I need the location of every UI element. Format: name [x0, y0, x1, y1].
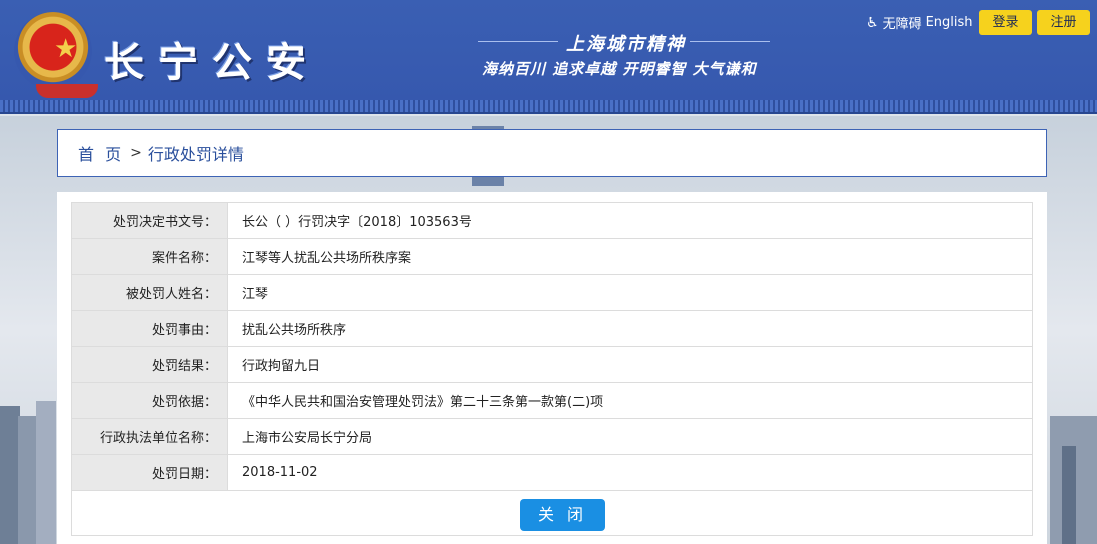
- table-row: 处罚决定书文号： 长公（ ）行罚决字〔2018〕103563号: [71, 202, 1033, 239]
- row-label: 处罚日期：: [71, 454, 228, 491]
- breadcrumb-current: 行政处罚详情: [147, 145, 244, 164]
- table-row: 被处罚人姓名： 江琴: [71, 274, 1033, 311]
- table-row: 行政执法单位名称： 上海市公安局长宁分局: [71, 418, 1033, 455]
- breadcrumb: 首 页 > 行政处罚详情: [57, 129, 1047, 177]
- row-value: 《中华人民共和国治安管理处罚法》第二十三条第一款第(二)项: [227, 382, 1033, 419]
- header-stripe: [0, 100, 1097, 114]
- breadcrumb-home-link[interactable]: 首 页: [78, 141, 124, 165]
- site-title: 长宁公安: [104, 39, 320, 86]
- accessibility-label: 无障碍: [882, 17, 922, 32]
- ribbon-decoration: [36, 84, 98, 98]
- table-row: 处罚依据： 《中华人民共和国治安管理处罚法》第二十三条第一款第(二)项: [71, 382, 1033, 419]
- login-button[interactable]: 登录: [979, 10, 1032, 35]
- register-button[interactable]: 注册: [1037, 10, 1090, 35]
- row-value: 扰乱公共场所秩序: [227, 310, 1033, 347]
- building-shape: [1062, 446, 1076, 544]
- breadcrumb-separator: >: [130, 145, 142, 161]
- action-row: 关 闭: [71, 490, 1033, 536]
- table-row: 案件名称： 江琴等人扰乱公共场所秩序案: [71, 238, 1033, 275]
- city-spirit-title: 上海城市精神: [566, 34, 686, 55]
- row-value: 上海市公安局长宁分局: [227, 418, 1033, 455]
- row-value: 江琴: [227, 274, 1033, 311]
- language-link[interactable]: English: [926, 15, 973, 30]
- row-value: 江琴等人扰乱公共场所秩序案: [227, 238, 1033, 275]
- building-shape: [18, 416, 36, 544]
- row-label: 处罚决定书文号：: [71, 202, 228, 239]
- table-row: 处罚结果： 行政拘留九日: [71, 346, 1033, 383]
- detail-panel: 处罚决定书文号： 长公（ ）行罚决字〔2018〕103563号 案件名称： 江琴…: [57, 192, 1047, 544]
- city-spirit-motto: 海纳百川 追求卓越 开明睿智 大气谦和: [482, 60, 757, 78]
- police-emblem-icon: ★: [14, 12, 98, 98]
- table-row: 处罚日期： 2018-11-02: [71, 454, 1033, 491]
- site-header: ★ 长宁公安 上海城市精神 海纳百川 追求卓越 开明睿智 大气谦和 ♿ 无障碍 …: [0, 0, 1097, 104]
- row-label: 行政执法单位名称：: [71, 418, 228, 455]
- row-value: 2018-11-02: [227, 454, 1033, 491]
- accessibility-link[interactable]: ♿ 无障碍 English: [866, 13, 973, 33]
- close-button[interactable]: 关 闭: [520, 499, 605, 531]
- building-shape: [36, 401, 56, 544]
- accessibility-icon: ♿: [866, 14, 879, 31]
- row-label: 案件名称：: [71, 238, 228, 275]
- row-value: 行政拘留九日: [227, 346, 1033, 383]
- penalty-detail-table: 处罚决定书文号： 长公（ ）行罚决字〔2018〕103563号 案件名称： 江琴…: [71, 202, 1033, 491]
- divider-line: [478, 41, 558, 42]
- row-value: 长公（ ）行罚决字〔2018〕103563号: [227, 202, 1033, 239]
- row-label: 处罚事由：: [71, 310, 228, 347]
- divider-line: [690, 41, 770, 42]
- row-label: 处罚结果：: [71, 346, 228, 383]
- row-label: 被处罚人姓名：: [71, 274, 228, 311]
- building-shape: [0, 406, 20, 544]
- star-icon: ★: [54, 34, 78, 64]
- table-row: 处罚事由： 扰乱公共场所秩序: [71, 310, 1033, 347]
- row-label: 处罚依据：: [71, 382, 228, 419]
